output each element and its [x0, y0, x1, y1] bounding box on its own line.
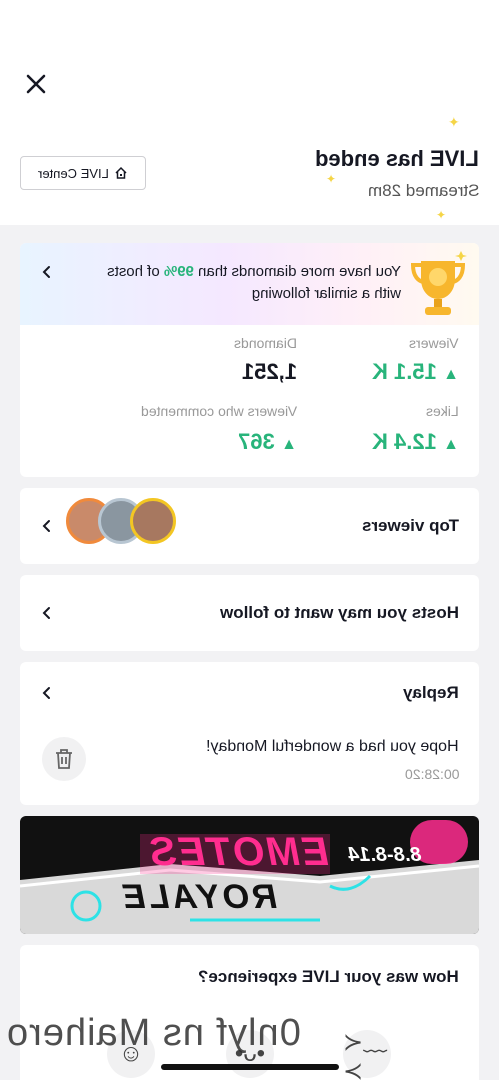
chevron-left-icon [42, 607, 50, 619]
top-viewers-label: Top viewers [362, 516, 459, 535]
promo-banner[interactable]: EMOTES ROYALE 8.8-8.14 [20, 816, 479, 934]
live-center-label: LIVE Center [37, 165, 109, 181]
replay-card: Replay Hope you had a wonderful Monday! … [20, 662, 479, 805]
watermark-text: 0nlyf ns Maihero [6, 1012, 301, 1054]
trash-icon [56, 749, 72, 769]
sparkle-icon: ✦ [326, 172, 337, 186]
sparkle-icon: ✦ [448, 114, 460, 130]
header-area: LIVE Center LIVE has ended Streamed 28m … [0, 0, 499, 225]
replay-title[interactable]: Hope you had a wonderful Monday! [206, 738, 459, 756]
close-icon[interactable] [22, 70, 50, 98]
top-viewer-avatars [66, 498, 176, 546]
unhappy-face-icon: ≻﹏≺ [343, 1029, 388, 1080]
stat-label-viewers: Viewers [409, 335, 459, 351]
promo-line-1: EMOTES [148, 830, 329, 874]
promo-line-2: ROYALE [120, 878, 278, 916]
sparkle-icon: ✦ [436, 208, 447, 222]
avatar [130, 498, 176, 544]
top-viewers-row[interactable]: Top viewers [20, 488, 479, 564]
promo-date: 8.8-8.14 [348, 844, 422, 866]
home-indicator [161, 1064, 339, 1070]
stat-value-viewers: 15.1 K ▲ [372, 359, 459, 384]
replay-label: Replay [403, 683, 459, 702]
rating-sad-button[interactable]: ≻﹏≺ [343, 1029, 391, 1080]
hosts-label: Hosts you may want to follow [220, 603, 459, 622]
arrow-up-icon: ▲ [443, 366, 459, 383]
hosts-row[interactable]: Hosts you may want to follow [20, 575, 479, 651]
chevron-left-icon [42, 520, 50, 532]
stream-duration: Streamed 28m [367, 181, 480, 200]
stat-label-diamonds: Diamonds [233, 335, 297, 351]
arrow-up-icon: ▲ [443, 436, 459, 453]
diamonds-banner[interactable]: You have more diamonds than 99% of hosts… [20, 243, 479, 325]
experience-question: How was your LIVE experience? [198, 967, 459, 986]
delete-replay-button[interactable] [42, 737, 86, 781]
stats-card: You have more diamonds than 99% of hosts… [20, 243, 479, 477]
diamonds-banner-text: You have more diamonds than 99% of hosts… [107, 263, 401, 302]
stat-value-likes: 12.4 K ▲ [372, 429, 459, 454]
chevron-left-icon [42, 266, 50, 278]
replay-duration: 00:28:20 [404, 766, 460, 782]
live-center-button[interactable]: LIVE Center [20, 156, 146, 190]
trophy-icon [410, 251, 467, 315]
page-title: LIVE has ended [315, 146, 479, 171]
stat-value-commenters: 367 ▲ [238, 429, 297, 454]
stat-label-commenters: Viewers who commented [140, 403, 297, 419]
arrow-up-icon: ▲ [281, 436, 297, 453]
stat-value-diamonds: 1,251 [241, 359, 297, 384]
stat-label-likes: Likes [426, 403, 459, 419]
chevron-left-icon[interactable] [40, 686, 54, 700]
home-icon [115, 166, 127, 179]
